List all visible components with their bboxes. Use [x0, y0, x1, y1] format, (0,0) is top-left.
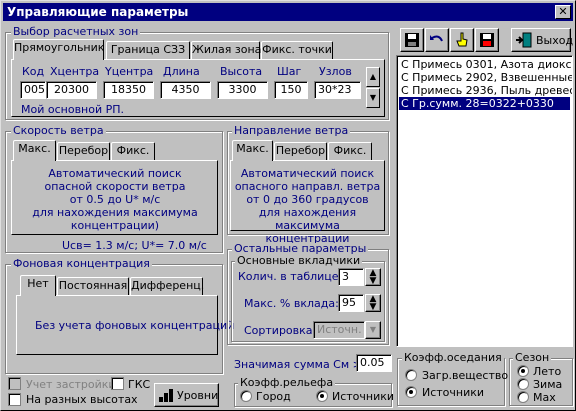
tab-wind-dir-max[interactable]: Макс. — [232, 140, 273, 161]
tab-fixed-points[interactable]: Фикс. точки — [261, 41, 333, 59]
xcenter-label: Xцентра — [50, 65, 100, 78]
season-summer-radio[interactable] — [517, 365, 529, 377]
tab-residential-zone[interactable]: Жилая зона — [191, 41, 261, 59]
sort-dropdown-button[interactable]: ▼ — [365, 321, 381, 339]
count-field[interactable]: 3 — [338, 268, 364, 286]
ycenter-field[interactable]: 18350 — [103, 81, 154, 99]
relief-sources-radio[interactable] — [316, 390, 328, 402]
exit-door-icon — [516, 32, 532, 48]
settling-title: Коэфф.оседания — [402, 351, 504, 364]
percent-label: Макс. % вклада: — [244, 297, 339, 310]
wind-speed-footer: Uсв= 1.3 м/с; U*= 7.0 м/с — [62, 239, 207, 252]
tab-background-none[interactable]: Нет — [20, 275, 56, 296]
tab-wind-speed-max[interactable]: Макс. — [13, 140, 56, 161]
relief-city-label: Город — [256, 390, 291, 403]
season-winter-radio[interactable] — [517, 378, 529, 390]
gks-label: ГКС — [128, 378, 151, 391]
season-max-label: Max — [533, 391, 556, 404]
sort-label: Сортировка: — [244, 324, 317, 337]
settling-substance-label: Загр.вещество — [422, 369, 509, 382]
list-item[interactable]: С Примесь 0301, Азота диоксид — [399, 58, 572, 71]
settling-sources-label: Источники — [422, 386, 485, 399]
tab-wind-speed-search[interactable]: Перебор — [57, 142, 110, 160]
tab-wind-speed-fixed[interactable]: Фикс. — [111, 142, 155, 160]
account-building-checkbox[interactable] — [8, 377, 21, 390]
different-heights-checkbox[interactable] — [8, 393, 21, 406]
season-max-radio[interactable] — [517, 391, 529, 403]
contributors-title: Основные вкладчики — [235, 254, 363, 267]
percent-stepper[interactable]: ▲ ▼ — [365, 294, 381, 312]
calc-zones-title: Выбор расчетных зон — [11, 25, 141, 38]
exit-button-label: Выход — [536, 34, 574, 47]
window-title: Управляющие параметры — [7, 5, 189, 19]
tab-background-diff[interactable]: Дифференц. — [130, 277, 204, 295]
tab-wind-dir-search[interactable]: Перебор — [274, 142, 327, 160]
nodes-field[interactable]: 30*23 — [314, 81, 361, 99]
sort-select[interactable]: Источн. — [313, 321, 365, 339]
different-heights-label: На разных высотах — [26, 393, 138, 406]
background-title: Фоновая концентрация — [11, 257, 152, 270]
save-red-button[interactable] — [475, 28, 499, 52]
disk-red-icon — [480, 33, 494, 47]
ycenter-label: Yцентра — [105, 65, 154, 78]
zone-name: Мой основной РП. — [21, 103, 125, 116]
undo-arrow-icon — [430, 35, 443, 42]
background-desc: Без учета фоновых концентраций — [35, 319, 235, 332]
season-title: Сезон — [513, 351, 552, 364]
list-item[interactable]: С Примесь 2902, Взвешенные ве — [399, 71, 572, 84]
season-summer-label: Лето — [533, 365, 562, 378]
floppy-disk-icon — [405, 33, 419, 47]
wind-direction-title: Направление ветра — [232, 124, 351, 137]
count-label: Колич. в таблице: — [238, 270, 343, 283]
undo-button[interactable] — [425, 28, 449, 52]
wind-speed-title: Скорость ветра — [11, 124, 106, 137]
hand-pointer-icon — [456, 32, 468, 47]
list-item[interactable]: С Примесь 2936, Пыль древесная — [399, 84, 572, 97]
height-label: Высота — [220, 65, 263, 78]
xcenter-field[interactable]: 20300 — [46, 81, 97, 99]
length-label: Длина — [163, 65, 200, 78]
settling-sources-radio[interactable] — [405, 386, 417, 398]
step-field[interactable]: 150 — [274, 81, 308, 99]
save-button[interactable] — [400, 28, 424, 52]
title-bar: Управляющие параметры ✕ — [3, 3, 573, 21]
tab-szz-boundary[interactable]: Граница СЗЗ — [106, 41, 190, 59]
list-item-selected[interactable]: С Гр.сумм. 28=0322+0330 — [399, 97, 570, 110]
step-label: Шаг — [277, 65, 302, 78]
dialog-window: Управляющие параметры ✕ Выбор расчетных … — [0, 0, 576, 411]
relief-sources-label: Источники — [332, 390, 395, 403]
significant-sum-field[interactable]: 0.05 — [356, 354, 392, 372]
tab-wind-dir-fixed[interactable]: Фикс. — [328, 142, 372, 160]
pointer-button[interactable] — [450, 28, 474, 52]
close-button[interactable]: ✕ — [555, 5, 571, 19]
length-field[interactable]: 4350 — [160, 81, 211, 99]
account-building-label: Учет застройки — [26, 378, 116, 391]
relief-title: Коэфф.рельефа — [238, 376, 336, 389]
gks-checkbox[interactable] — [111, 377, 124, 390]
substance-list[interactable]: С Примесь 0301, Азота диоксид С Примесь … — [396, 55, 573, 347]
wind-direction-desc: Автоматический поиск опасного направл. в… — [234, 167, 381, 245]
count-stepper[interactable]: ▲ ▼ — [365, 268, 381, 286]
code-field[interactable]: 005 — [20, 81, 46, 99]
tab-rectangle[interactable]: Прямоугольник — [13, 39, 104, 60]
season-winter-label: Зима — [533, 378, 563, 391]
code-label: Код — [22, 65, 45, 78]
levels-button[interactable]: Уровни — [154, 383, 219, 407]
percent-field[interactable]: 95 — [338, 294, 364, 312]
significant-sum-label: Значимая сумма См > — [234, 358, 362, 371]
levels-icon — [159, 389, 173, 402]
zone-down-button[interactable]: ▼ — [366, 88, 380, 108]
wind-speed-desc: Автоматический поиск опасной скорости ве… — [32, 167, 198, 232]
tab-background-constant[interactable]: Постоянная — [57, 277, 129, 295]
nodes-label: Узлов — [319, 65, 352, 78]
relief-city-radio[interactable] — [240, 390, 252, 402]
zone-up-button[interactable]: ▲ — [366, 67, 380, 87]
settling-substance-radio[interactable] — [405, 369, 417, 381]
levels-button-label: Уровни — [177, 389, 219, 402]
height-field[interactable]: 3300 — [217, 81, 268, 99]
exit-button[interactable]: Выход — [511, 28, 574, 52]
